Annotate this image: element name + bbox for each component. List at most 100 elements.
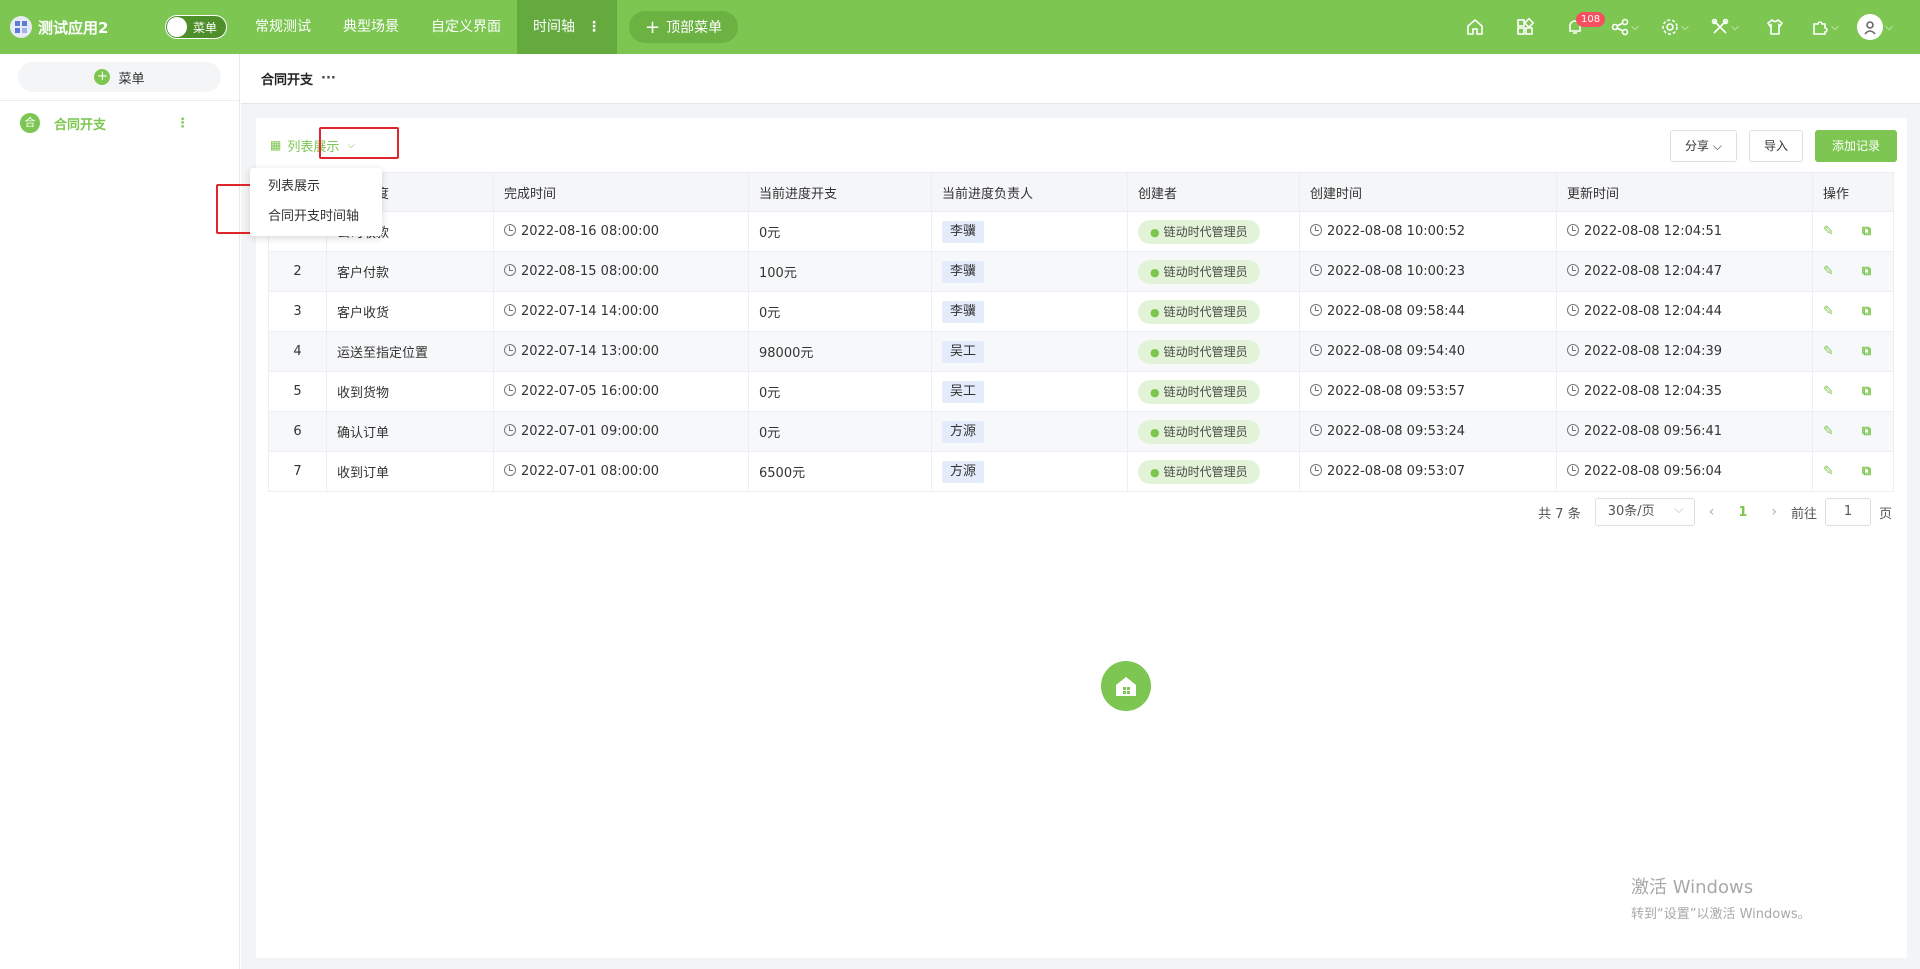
copy-icon[interactable]: ⧉ [1862,224,1871,239]
user-menu[interactable]: ⌵ [1850,0,1900,54]
cell-done-time: 2022-07-14 13:00:00 [493,331,749,372]
copy-icon[interactable]: ⧉ [1862,424,1871,439]
user-icon: ● [1150,385,1160,399]
top-menu-button[interactable]: + 顶部菜单 [629,11,739,43]
col-creator[interactable]: 创建者 [1127,172,1300,212]
tab-general-test[interactable]: 常规测试 [239,0,327,54]
edit-icon[interactable]: ✎ [1823,424,1834,439]
cell-cost: 6500元 [748,451,932,492]
cell-created-time: 2022-08-08 09:58:44 [1299,291,1557,332]
user-icon: ● [1150,225,1160,239]
col-actions: 操作 [1812,172,1894,212]
import-button[interactable]: 导入 [1748,130,1803,162]
tab-custom-ui[interactable]: 自定义界面 [415,0,517,54]
page-more-icon[interactable]: ··· [321,71,336,86]
share-icon[interactable]: ⌵ [1600,0,1650,54]
tab-timeline[interactable]: 时间轴 ⋮ [517,0,617,54]
creator-tag: ● 链动时代管理员 [1138,419,1260,444]
home-float-button[interactable] [1101,661,1151,711]
table-row[interactable]: 2 客户付款 2022-08-15 08:00:00 100元 李骥 ● 链动时代管理员 20… [268,251,1894,292]
col-done-time[interactable]: 完成时间 [493,172,749,212]
next-page-icon[interactable]: › [1771,504,1777,520]
cell-updated-time: 2022-08-08 12:04:39 [1556,331,1813,372]
home-icon[interactable] [1450,0,1500,54]
clock-icon [1310,344,1322,356]
cell-owner: 吴工 [931,331,1128,372]
table-row[interactable]: 1公司收款2022-08-16 08:00:000元李骥●链动时代管理员2022… [268,211,1894,252]
chevron-down-icon: ⌵ [1681,21,1689,33]
add-menu-label: 菜单 [118,71,145,87]
page-header: 合同开支 ··· [241,54,1920,104]
edit-icon[interactable]: ✎ [1823,224,1834,239]
col-owner[interactable]: 当前进度负责人 [931,172,1128,212]
cell-updated-time: 2022-08-08 09:56:41 [1556,411,1813,452]
cell-progress: 收到货物 [326,371,494,412]
current-page[interactable]: 1 [1738,505,1747,520]
chevron-down-icon: ⌵ [1731,21,1739,33]
creator-tag: ● 链动时代管理员 [1138,379,1260,404]
col-updated-time[interactable]: 更新时间 [1556,172,1813,212]
owner-tag: 李骥 [942,300,985,323]
cell-cost: 0元 [748,291,932,332]
copy-icon[interactable]: ⧉ [1862,304,1871,319]
table-row[interactable]: 6 确认订单 2022-07-01 09:00:00 0元 方源 ● 链动时代管理员 2022… [268,411,1894,452]
pagination: 共 7 条 30条/页 ‹ 1 › 前往 1 页 [1538,497,1892,526]
edit-icon[interactable]: ✎ [1823,264,1834,279]
copy-icon[interactable]: ⧉ [1862,264,1871,279]
table-row[interactable]: 4 运送至指定位置 2022-07-14 13:00:00 98000元 吴工 ● 链动时代… [268,331,1894,372]
creator-tag: ● 链动时代管理员 [1138,339,1260,364]
cell-creator: ● 链动时代管理员 [1127,251,1300,292]
gear-icon[interactable]: ⌵ [1650,0,1700,54]
menu-toggle-switch[interactable]: 菜单 [165,15,227,39]
header-actions: 108 ⌵ ⌵ ⌵ ⌵ ⌵ [1450,0,1900,54]
table-row[interactable]: 7 收到订单 2022-07-01 08:00:00 6500元 方源 ● 链动时代管理员 2… [268,451,1894,492]
edit-icon[interactable]: ✎ [1823,304,1834,319]
cell-done-time: 2022-07-01 08:00:00 [493,451,749,492]
grid-icon: ▦ [270,138,282,152]
view-option-timeline[interactable]: 合同开支时间轴 [250,202,382,232]
share-button[interactable]: 分享 ⌵ [1670,130,1737,162]
owner-tag: 方源 [942,420,985,443]
edit-icon[interactable]: ✎ [1823,344,1834,359]
col-cost[interactable]: 当前进度开支 [748,172,932,212]
clock-icon [1310,304,1322,316]
apps-icon[interactable] [1500,0,1550,54]
more-vertical-icon[interactable]: ⋮ [176,116,189,131]
sidebar-item-contract-expense[interactable]: 合 合同开支 ⋮ [0,101,239,145]
bell-icon[interactable]: 108 [1550,0,1606,54]
view-option-list[interactable]: 列表展示 [250,172,382,202]
copy-icon[interactable]: ⧉ [1862,344,1871,359]
clock-icon [504,344,516,356]
row-index: 7 [268,451,327,492]
add-menu-button[interactable]: + 菜单 [18,62,221,92]
copy-icon[interactable]: ⧉ [1862,384,1871,399]
add-record-button[interactable]: 添加记录 [1814,130,1897,162]
cell-created-time: 2022-08-08 10:00:52 [1299,211,1557,252]
col-created-time[interactable]: 创建时间 [1299,172,1557,212]
chevron-down-icon: ⌵ [1885,21,1893,33]
creator-tag: ● 链动时代管理员 [1138,219,1260,244]
page-size-select[interactable]: 30条/页 [1594,497,1695,526]
copy-icon[interactable]: ⧉ [1862,464,1871,479]
cell-created-time: 2022-08-08 10:00:23 [1299,251,1557,292]
sidebar: + 菜单 合 合同开支 ⋮ [0,54,240,969]
prev-page-icon[interactable]: ‹ [1709,504,1715,520]
app-brand[interactable]: 测试应用2 [0,16,165,38]
table-row[interactable]: 5 收到货物 2022-07-05 16:00:00 0元 吴工 ● 链动时代管理员 2022… [268,371,1894,412]
puzzle-icon[interactable]: ⌵ [1800,0,1850,54]
clock-icon [504,264,516,276]
shirt-icon[interactable] [1750,0,1800,54]
tab-more-icon[interactable]: ⋮ [587,0,601,54]
edit-icon[interactable]: ✎ [1823,464,1834,479]
tools-icon[interactable]: ⌵ [1700,0,1750,54]
windows-activation-watermark: 激活 Windows 转到“设置”以激活 Windows。 [1631,873,1811,922]
sidebar-item-label: 合同开支 [54,117,107,133]
goto-page-input[interactable]: 1 [1824,498,1871,526]
tab-typical-scenario[interactable]: 典型场景 [327,0,415,54]
view-options-menu: 列表展示 合同开支时间轴 [250,168,382,236]
row-index: 6 [268,411,327,452]
table-row[interactable]: 3 客户收货 2022-07-14 14:00:00 0元 李骥 ● 链动时代管理员 2022… [268,291,1894,332]
edit-icon[interactable]: ✎ [1823,384,1834,399]
plus-icon: + [94,69,111,85]
cell-created-time: 2022-08-08 09:53:24 [1299,411,1557,452]
